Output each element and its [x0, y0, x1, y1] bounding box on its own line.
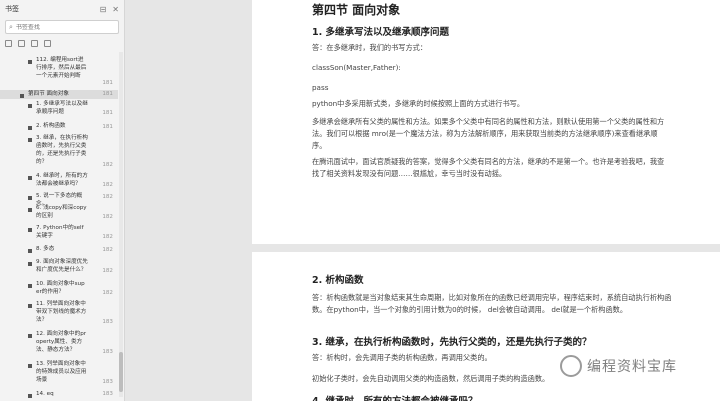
- bookmark-label: 3. 继承，在执行析构函数时，先执行父类的，还是先执行子类的？: [36, 135, 88, 165]
- bookmark-item[interactable]: 第四节 面向对象 181: [0, 90, 118, 99]
- question-1-title: 1. 多继承写法以及继承顺序问题: [312, 27, 450, 38]
- pin-icon[interactable]: ⊟: [100, 5, 107, 14]
- bookmark-label: 2. 析构函数: [36, 123, 66, 129]
- bookmark-icon: [28, 126, 32, 130]
- collapse-bookmark-icon[interactable]: [44, 39, 51, 47]
- bookmark-page-number: 183: [102, 349, 113, 355]
- bookmark-item[interactable]: 4. 继承时，所有的方法都会被继承吗？ 182: [0, 172, 118, 190]
- bookmark-page-number: 183: [102, 319, 113, 325]
- bookmark-icon: [28, 394, 32, 398]
- bookmark-item[interactable]: 3. 继承，在执行析构函数时，先执行父类的，还是先执行子类的？ 182: [0, 134, 118, 170]
- bookmark-page-number: 182: [102, 162, 113, 168]
- bookmark-label: 112. 编程用sort进行排序，然后从最后一个元素开始判断: [36, 57, 87, 79]
- sidebar-scrollbar[interactable]: [119, 52, 123, 397]
- bookmark-item[interactable]: 5. 说一下多态的概念。 182: [0, 192, 118, 207]
- sidebar-header: 书签 ⊟ ✕: [0, 0, 124, 18]
- bookmark-label: 13. 列举面向对象中的特殊成员以及应用场景: [36, 361, 87, 383]
- bookmark-item[interactable]: 1. 多继承写法以及继承顺序问题 181: [0, 100, 118, 118]
- bookmark-page-number: 183: [102, 379, 113, 385]
- bookmark-toolbar: [0, 36, 124, 50]
- expand-bookmark-icon[interactable]: [31, 39, 38, 47]
- bookmark-item[interactable]: 8. 多态 182: [0, 245, 118, 255]
- paragraph-2: 多继承会继承所有父类的属性和方法。如果多个父类中有同名的属性和方法，则默认使用第…: [312, 117, 665, 150]
- bookmark-label: 8. 多态: [36, 246, 55, 252]
- bookmark-icon: [28, 104, 32, 108]
- bookmark-search-input[interactable]: [15, 23, 106, 31]
- bookmark-icon: [28, 176, 32, 180]
- sidebar-title: 书签: [5, 5, 19, 13]
- bookmark-page-number: 182: [102, 247, 113, 253]
- bookmark-icon: [28, 196, 32, 200]
- wechat-logo-icon: [560, 355, 582, 377]
- expand-arrow-icon: [20, 94, 24, 98]
- bookmark-icon: [28, 60, 32, 64]
- bookmark-item[interactable]: 7. Python中的self关键字 182: [0, 224, 118, 242]
- bookmark-item[interactable]: 10. 面向对象中super的作用？ 182: [0, 280, 118, 298]
- paragraph-3: 在腾讯面试中，面试官质疑我的答案，觉得多个父类有同名的方法，继承的不是第一个。也…: [312, 157, 665, 178]
- bookmark-item[interactable]: 2. 析构函数 181: [0, 122, 118, 132]
- code-line-1: classSon(Master,Father):: [312, 63, 401, 72]
- bookmark-icon: [28, 208, 32, 212]
- bookmark-page-number: 182: [102, 234, 113, 240]
- bookmark-icon: [28, 138, 32, 142]
- bookmark-item[interactable]: 12. 面向对象中的property属性、类方法、静态方法？ 183: [0, 330, 118, 357]
- close-icon[interactable]: ✕: [112, 5, 119, 14]
- bookmark-item[interactable]: 14. eq 183: [0, 390, 118, 399]
- question-3-title: 3. 继承，在执行析构函数时，先执行父类的，还是先执行子类的？: [312, 337, 592, 348]
- answer-2: 答：析构函数就是当对象结束其生命周期，比如对象所在的函数已经调用完毕，程序结束时…: [312, 293, 672, 314]
- bookmark-icon: [28, 364, 32, 368]
- bookmark-page-number: 182: [102, 268, 113, 274]
- bookmark-label: 14. eq: [36, 391, 54, 397]
- bookmark-page-number: 181: [102, 80, 113, 86]
- search-icon: ⌕: [9, 22, 13, 31]
- bookmark-icon: [28, 334, 32, 338]
- bookmark-item[interactable]: 112. 编程用sort进行排序，然后从最后一个元素开始判断 181: [0, 56, 118, 88]
- bookmark-label: 11. 列举面向对象中带双下划线的魔术方法？: [36, 301, 87, 323]
- bookmark-label: 7. Python中的self关键字: [36, 225, 84, 239]
- paragraph-1: python中多采用新式类，多继承的时候按照上面的方式进行书写。: [312, 99, 525, 108]
- bookmark-sidebar: 书签 ⊟ ✕ ⌕ 112. 编程用sort进行排序，然后从最后一个元素开始判断1…: [0, 0, 125, 401]
- bookmark-page-number: 183: [102, 391, 113, 397]
- watermark: 编程资料宝库: [560, 355, 677, 377]
- bookmark-page-number: 182: [102, 214, 113, 220]
- delete-bookmark-icon[interactable]: [18, 39, 25, 47]
- answer-1-intro: 答：在多继承时，我们的书写方式：: [312, 43, 428, 52]
- bookmark-item[interactable]: 11. 列举面向对象中带双下划线的魔术方法？ 183: [0, 300, 118, 327]
- bookmark-page-number: 182: [102, 290, 113, 296]
- bookmark-icon: [28, 262, 32, 266]
- bookmark-label: 12. 面向对象中的property属性、类方法、静态方法？: [36, 331, 87, 353]
- watermark-text: 编程资料宝库: [587, 359, 677, 375]
- document-page-1: 第四节 面向对象 1. 多继承写法以及继承顺序问题 答：在多继承时，我们的书写方…: [252, 0, 720, 244]
- section-title: 第四节 面向对象: [312, 3, 401, 17]
- sidebar-scrollbar-thumb[interactable]: [119, 352, 123, 392]
- bookmark-item[interactable]: 9. 面向对象深度优先和广度优先是什么？ 182: [0, 258, 118, 276]
- bookmark-icon: [28, 228, 32, 232]
- bookmark-label: 5. 说一下多态的概念。: [36, 193, 83, 207]
- bookmark-label: 9. 面向对象深度优先和广度优先是什么？: [36, 259, 88, 273]
- bookmark-page-number: 182: [102, 194, 113, 200]
- bookmark-icon: [28, 304, 32, 308]
- bookmark-page-number: 182: [102, 182, 113, 188]
- bookmark-label: 4. 继承时，所有的方法都会被继承吗？: [36, 173, 88, 187]
- bookmark-label: 第四节 面向对象: [28, 91, 69, 97]
- add-bookmark-icon[interactable]: [5, 39, 12, 47]
- document-page-2: 2. 析构函数 答：析构函数就是当对象结束其生命周期，比如对象所在的函数已经调用…: [252, 252, 720, 401]
- bookmark-page-number: 181: [102, 91, 113, 97]
- bookmark-page-number: 181: [102, 110, 113, 116]
- bookmark-page-number: 181: [102, 124, 113, 130]
- bookmark-icon: [28, 284, 32, 288]
- bookmark-icon: [28, 249, 32, 253]
- bookmark-search[interactable]: ⌕: [5, 20, 119, 34]
- question-2-title: 2. 析构函数: [312, 275, 364, 286]
- bookmark-item[interactable]: 6. 浅copy和深copy的区别 182: [0, 204, 118, 222]
- question-4-title: 4. 继承时，所有的方法都会被继承吗？: [312, 393, 478, 401]
- bookmark-label: 10. 面向对象中super的作用？: [36, 281, 85, 295]
- bookmark-label: 6. 浅copy和深copy的区别: [36, 205, 87, 219]
- bookmark-item[interactable]: 13. 列举面向对象中的特殊成员以及应用场景 183: [0, 360, 118, 387]
- bookmark-label: 1. 多继承写法以及继承顺序问题: [36, 101, 88, 115]
- code-line-2: pass: [312, 83, 329, 92]
